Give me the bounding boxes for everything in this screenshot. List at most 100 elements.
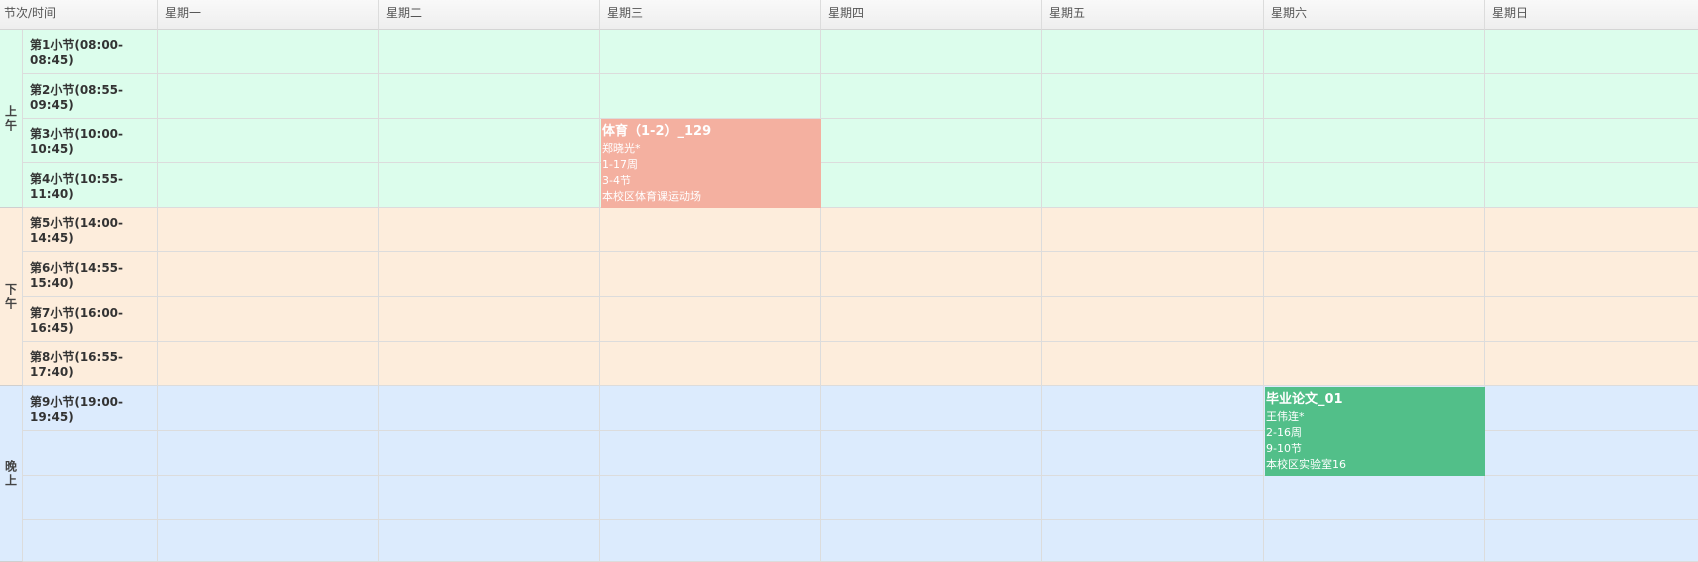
grid-cell[interactable]: [158, 163, 379, 208]
period-evening: 晚上: [0, 386, 23, 562]
grid-cell[interactable]: [1264, 297, 1485, 342]
grid-cell[interactable]: [1042, 252, 1264, 297]
grid-cell[interactable]: [1264, 208, 1485, 252]
grid-cell[interactable]: [379, 520, 600, 562]
grid-cell[interactable]: [1042, 119, 1264, 163]
grid-cell[interactable]: [1264, 74, 1485, 119]
grid-cell[interactable]: [821, 119, 1042, 163]
slot-label: 第2小节(08:55-09:45): [23, 74, 158, 119]
grid-cell[interactable]: [600, 431, 821, 476]
grid-cell[interactable]: [1264, 252, 1485, 297]
slot-label: 第6小节(14:55-15:40): [23, 252, 158, 297]
grid-cell[interactable]: [158, 386, 379, 431]
grid-cell[interactable]: [379, 74, 600, 119]
grid-cell[interactable]: [821, 342, 1042, 386]
grid-cell[interactable]: [1264, 119, 1485, 163]
grid-cell[interactable]: [600, 342, 821, 386]
grid-cell[interactable]: [1042, 208, 1264, 252]
header-wednesday: 星期三: [600, 0, 821, 30]
grid-cell[interactable]: [379, 208, 600, 252]
grid-cell[interactable]: [158, 252, 379, 297]
slot-label: [23, 520, 158, 562]
grid-cell[interactable]: [1264, 342, 1485, 386]
grid-cell[interactable]: [600, 252, 821, 297]
grid-cell[interactable]: [1264, 30, 1485, 74]
grid-cell[interactable]: [158, 297, 379, 342]
course-weeks: 1-17周: [602, 158, 638, 171]
grid-cell[interactable]: [821, 431, 1042, 476]
grid-cell[interactable]: [379, 252, 600, 297]
course-block[interactable]: 体育（1-2）_129 郑晓光* 1-17周 3-4节 本校区体育课运动场: [601, 119, 821, 208]
slot-label: 第9小节(19:00-19:45): [23, 386, 158, 431]
period-afternoon: 下午: [0, 208, 23, 386]
grid-cell[interactable]: [600, 386, 821, 431]
grid-cell[interactable]: [821, 297, 1042, 342]
grid-cell[interactable]: [1485, 431, 1698, 476]
grid-cell[interactable]: [1264, 520, 1485, 562]
grid-cell[interactable]: [158, 431, 379, 476]
header-sunday: 星期日: [1485, 0, 1698, 30]
grid-cell[interactable]: [1042, 74, 1264, 119]
grid-cell[interactable]: [158, 30, 379, 74]
slot-label: 第7小节(16:00-16:45): [23, 297, 158, 342]
grid-cell[interactable]: [379, 476, 600, 520]
grid-cell[interactable]: [600, 297, 821, 342]
header-thursday: 星期四: [821, 0, 1042, 30]
grid-cell[interactable]: [1042, 431, 1264, 476]
grid-cell[interactable]: [379, 386, 600, 431]
grid-cell[interactable]: [1485, 163, 1698, 208]
grid-cell[interactable]: [821, 208, 1042, 252]
grid-cell[interactable]: [821, 476, 1042, 520]
course-block[interactable]: 毕业论文_01 王伟连* 2-16周 9-10节 本校区实验室16: [1265, 387, 1485, 476]
grid-cell[interactable]: [821, 520, 1042, 562]
grid-cell[interactable]: [379, 30, 600, 74]
grid-cell[interactable]: [1042, 342, 1264, 386]
grid-cell[interactable]: [1485, 520, 1698, 562]
grid-cell[interactable]: [1485, 74, 1698, 119]
grid-cell[interactable]: [821, 74, 1042, 119]
header-monday: 星期一: [158, 0, 379, 30]
grid-cell[interactable]: [1485, 342, 1698, 386]
slot-label: 第5小节(14:00-14:45): [23, 208, 158, 252]
grid-cell[interactable]: [1042, 520, 1264, 562]
grid-cell[interactable]: [379, 297, 600, 342]
grid-cell[interactable]: [1042, 30, 1264, 74]
slot-label: [23, 431, 158, 476]
grid-cell[interactable]: [1042, 297, 1264, 342]
grid-cell[interactable]: [379, 163, 600, 208]
grid-cell[interactable]: [1485, 208, 1698, 252]
grid-cell[interactable]: [158, 119, 379, 163]
course-weeks: 2-16周: [1266, 426, 1302, 439]
grid-cell[interactable]: [1485, 476, 1698, 520]
grid-cell[interactable]: [600, 476, 821, 520]
course-name: 体育（1-2）_129: [602, 124, 712, 139]
grid-cell[interactable]: [1042, 163, 1264, 208]
grid-cell[interactable]: [600, 30, 821, 74]
grid-cell[interactable]: [379, 431, 600, 476]
grid-cell[interactable]: [821, 252, 1042, 297]
grid-cell[interactable]: [1485, 30, 1698, 74]
grid-cell[interactable]: [1042, 476, 1264, 520]
grid-cell[interactable]: [600, 74, 821, 119]
grid-cell[interactable]: [1485, 119, 1698, 163]
slot-label: 第1小节(08:00-08:45): [23, 30, 158, 74]
grid-cell[interactable]: [1264, 476, 1485, 520]
grid-cell[interactable]: [158, 208, 379, 252]
grid-cell[interactable]: [1485, 297, 1698, 342]
grid-cell[interactable]: [1042, 386, 1264, 431]
grid-cell[interactable]: [600, 208, 821, 252]
grid-cell[interactable]: [379, 119, 600, 163]
grid-cell[interactable]: [1485, 252, 1698, 297]
header-friday: 星期五: [1042, 0, 1264, 30]
grid-cell[interactable]: [821, 386, 1042, 431]
grid-cell[interactable]: [158, 74, 379, 119]
grid-cell[interactable]: [821, 30, 1042, 74]
grid-cell[interactable]: [379, 342, 600, 386]
grid-cell[interactable]: [1485, 386, 1698, 431]
grid-cell[interactable]: [1264, 163, 1485, 208]
grid-cell[interactable]: [158, 520, 379, 562]
grid-cell[interactable]: [600, 520, 821, 562]
grid-cell[interactable]: [158, 476, 379, 520]
grid-cell[interactable]: [821, 163, 1042, 208]
grid-cell[interactable]: [158, 342, 379, 386]
